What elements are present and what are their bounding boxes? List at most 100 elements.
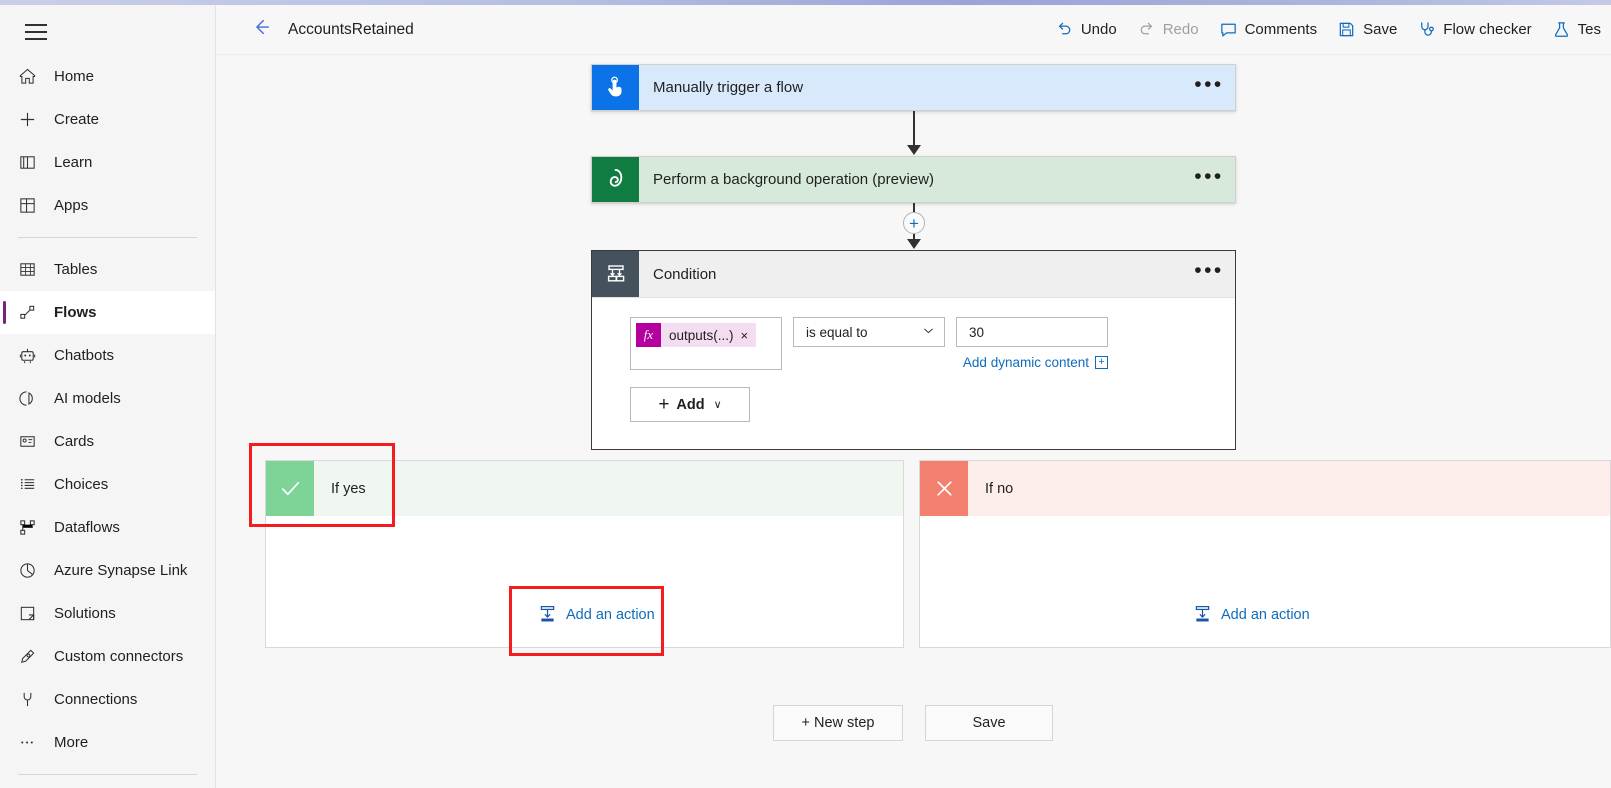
dataflow-icon [18,518,44,538]
table-icon [18,260,44,280]
add-dynamic-content-label: Add dynamic content [962,355,1089,370]
test-label: Tes [1577,21,1601,38]
cross-icon [920,461,968,516]
comments-label: Comments [1244,21,1318,38]
sidebar-item-cards[interactable]: Cards [0,420,215,463]
condition-left-operand-field[interactable]: fx outputs(...) × [630,317,782,370]
sidebar-item-dataflows[interactable]: Dataflows [0,506,215,549]
flow-icon [18,303,44,323]
save-button[interactable]: Save [1327,11,1407,49]
add-action-icon [1192,604,1213,625]
node-menu-button[interactable]: ••• [1183,157,1235,202]
insert-step-button[interactable]: + [903,212,925,234]
back-button[interactable] [244,13,278,47]
custom-connector-icon [18,647,44,667]
undo-label: Undo [1080,21,1117,38]
apps-grid-icon [18,196,44,216]
test-button[interactable]: Tes [1542,11,1611,49]
connector-arrowhead [907,145,921,155]
add-action-icon [537,604,558,625]
sidebar-item-label: Cards [54,433,95,450]
condition-add-button[interactable]: + Add ∨ [630,387,750,422]
token-remove-icon[interactable]: × [741,328,757,343]
condition-body: fx outputs(...) × is equal to 30 Add dyn… [592,298,1235,422]
add-dynamic-content-link[interactable]: Add dynamic content + [956,355,1108,370]
sidebar-item-label: Connections [54,691,138,708]
sidebar-item-more[interactable]: More [0,721,215,764]
save-disk-icon [1337,20,1356,39]
chatbot-icon [18,346,44,366]
dynamic-content-plus-icon: + [1095,356,1108,369]
branch-label: If no [985,480,1014,497]
list-icon [18,475,44,495]
add-an-action-label: Add an action [566,606,655,623]
page-title: AccountsRetained [288,20,414,38]
operator-value: is equal to [806,324,868,340]
back-arrow-icon [250,16,272,43]
touch-tap-icon [592,65,639,110]
sidebar-item-chatbots[interactable]: Chatbots [0,334,215,377]
sidebar-item-tables[interactable]: Tables [0,248,215,291]
new-step-button[interactable]: + New step [773,705,903,741]
add-an-action-button-yes[interactable]: Add an action [537,604,655,625]
node-menu-button[interactable]: ••• [1183,251,1235,297]
book-icon [18,153,44,173]
node-menu-button[interactable]: ••• [1183,65,1235,110]
sidebar-item-label: Azure Synapse Link [54,562,188,579]
sidebar-item-apps[interactable]: Apps [0,184,215,227]
dynamic-token[interactable]: fx outputs(...) × [636,323,757,347]
condition-value-input[interactable]: 30 [956,317,1108,347]
left-sidebar: Home Create Learn Apps Tables Flows Chat… [0,5,216,788]
flow-node-background-operation[interactable]: Perform a background operation (preview)… [591,156,1236,203]
sidebar-item-label: AI models [54,390,121,407]
branch-header: If yes [266,461,903,516]
node-title: Perform a background operation (preview) [653,171,934,188]
branch-label: If yes [331,480,366,497]
sidebar-item-label: Tables [54,261,98,278]
sidebar-item-azure-synapse-link[interactable]: Azure Synapse Link [0,549,215,592]
menu-hamburger-icon[interactable] [12,11,60,53]
sidebar-item-solutions[interactable]: Solutions [0,592,215,635]
node-title: Manually trigger a flow [653,79,804,96]
add-an-action-button-no[interactable]: Add an action [1192,604,1310,625]
sidebar-item-label: Choices [54,476,109,493]
flow-checker-button[interactable]: Flow checker [1407,11,1541,49]
sidebar-item-ai-models[interactable]: AI models [0,377,215,420]
sidebar-item-label: Home [54,68,95,85]
sidebar-item-home[interactable]: Home [0,55,215,98]
sidebar-item-label: Solutions [54,605,116,622]
flow-node-condition[interactable]: Condition ••• fx outputs(...) × is equal… [591,250,1236,450]
node-title: Condition [653,265,717,283]
solutions-icon [18,604,44,624]
sidebar-item-label: More [54,734,89,751]
sidebar-divider-top [18,237,197,238]
condition-row: fx outputs(...) × is equal to 30 Add dyn… [630,317,1235,370]
comments-button[interactable]: Comments [1209,11,1328,49]
sidebar-item-custom-connectors[interactable]: Custom connectors [0,635,215,678]
condition-operator-select[interactable]: is equal to [793,317,945,347]
flow-canvas: Manually trigger a flow ••• Perform a ba… [216,55,1611,788]
chevron-down-icon [922,324,935,340]
dataverse-icon [592,157,639,202]
flask-icon [1552,20,1571,39]
sidebar-item-flows[interactable]: Flows [0,291,215,334]
sidebar-item-label: Learn [54,154,93,171]
save-flow-button[interactable]: Save [925,705,1053,741]
sidebar-item-create[interactable]: Create [0,98,215,141]
card-icon [18,432,44,452]
redo-button[interactable]: Redo [1127,11,1209,49]
stethoscope-icon [1417,20,1436,39]
sidebar-item-learn[interactable]: Learn [0,141,215,184]
sidebar-item-connections[interactable]: Connections [0,678,215,721]
command-bar: AccountsRetained Undo Redo Comments Save… [216,5,1611,55]
ellipsis-icon [18,733,44,753]
undo-button[interactable]: Undo [1045,11,1127,49]
connector-arrowhead [907,239,921,249]
plus-icon: + [658,393,670,415]
flow-node-trigger[interactable]: Manually trigger a flow ••• [591,64,1236,111]
sidebar-item-choices[interactable]: Choices [0,463,215,506]
synapse-icon [18,561,44,581]
condition-header[interactable]: Condition ••• [592,251,1235,298]
sidebar-item-label: Create [54,111,100,128]
sidebar-item-label: Custom connectors [54,648,184,665]
